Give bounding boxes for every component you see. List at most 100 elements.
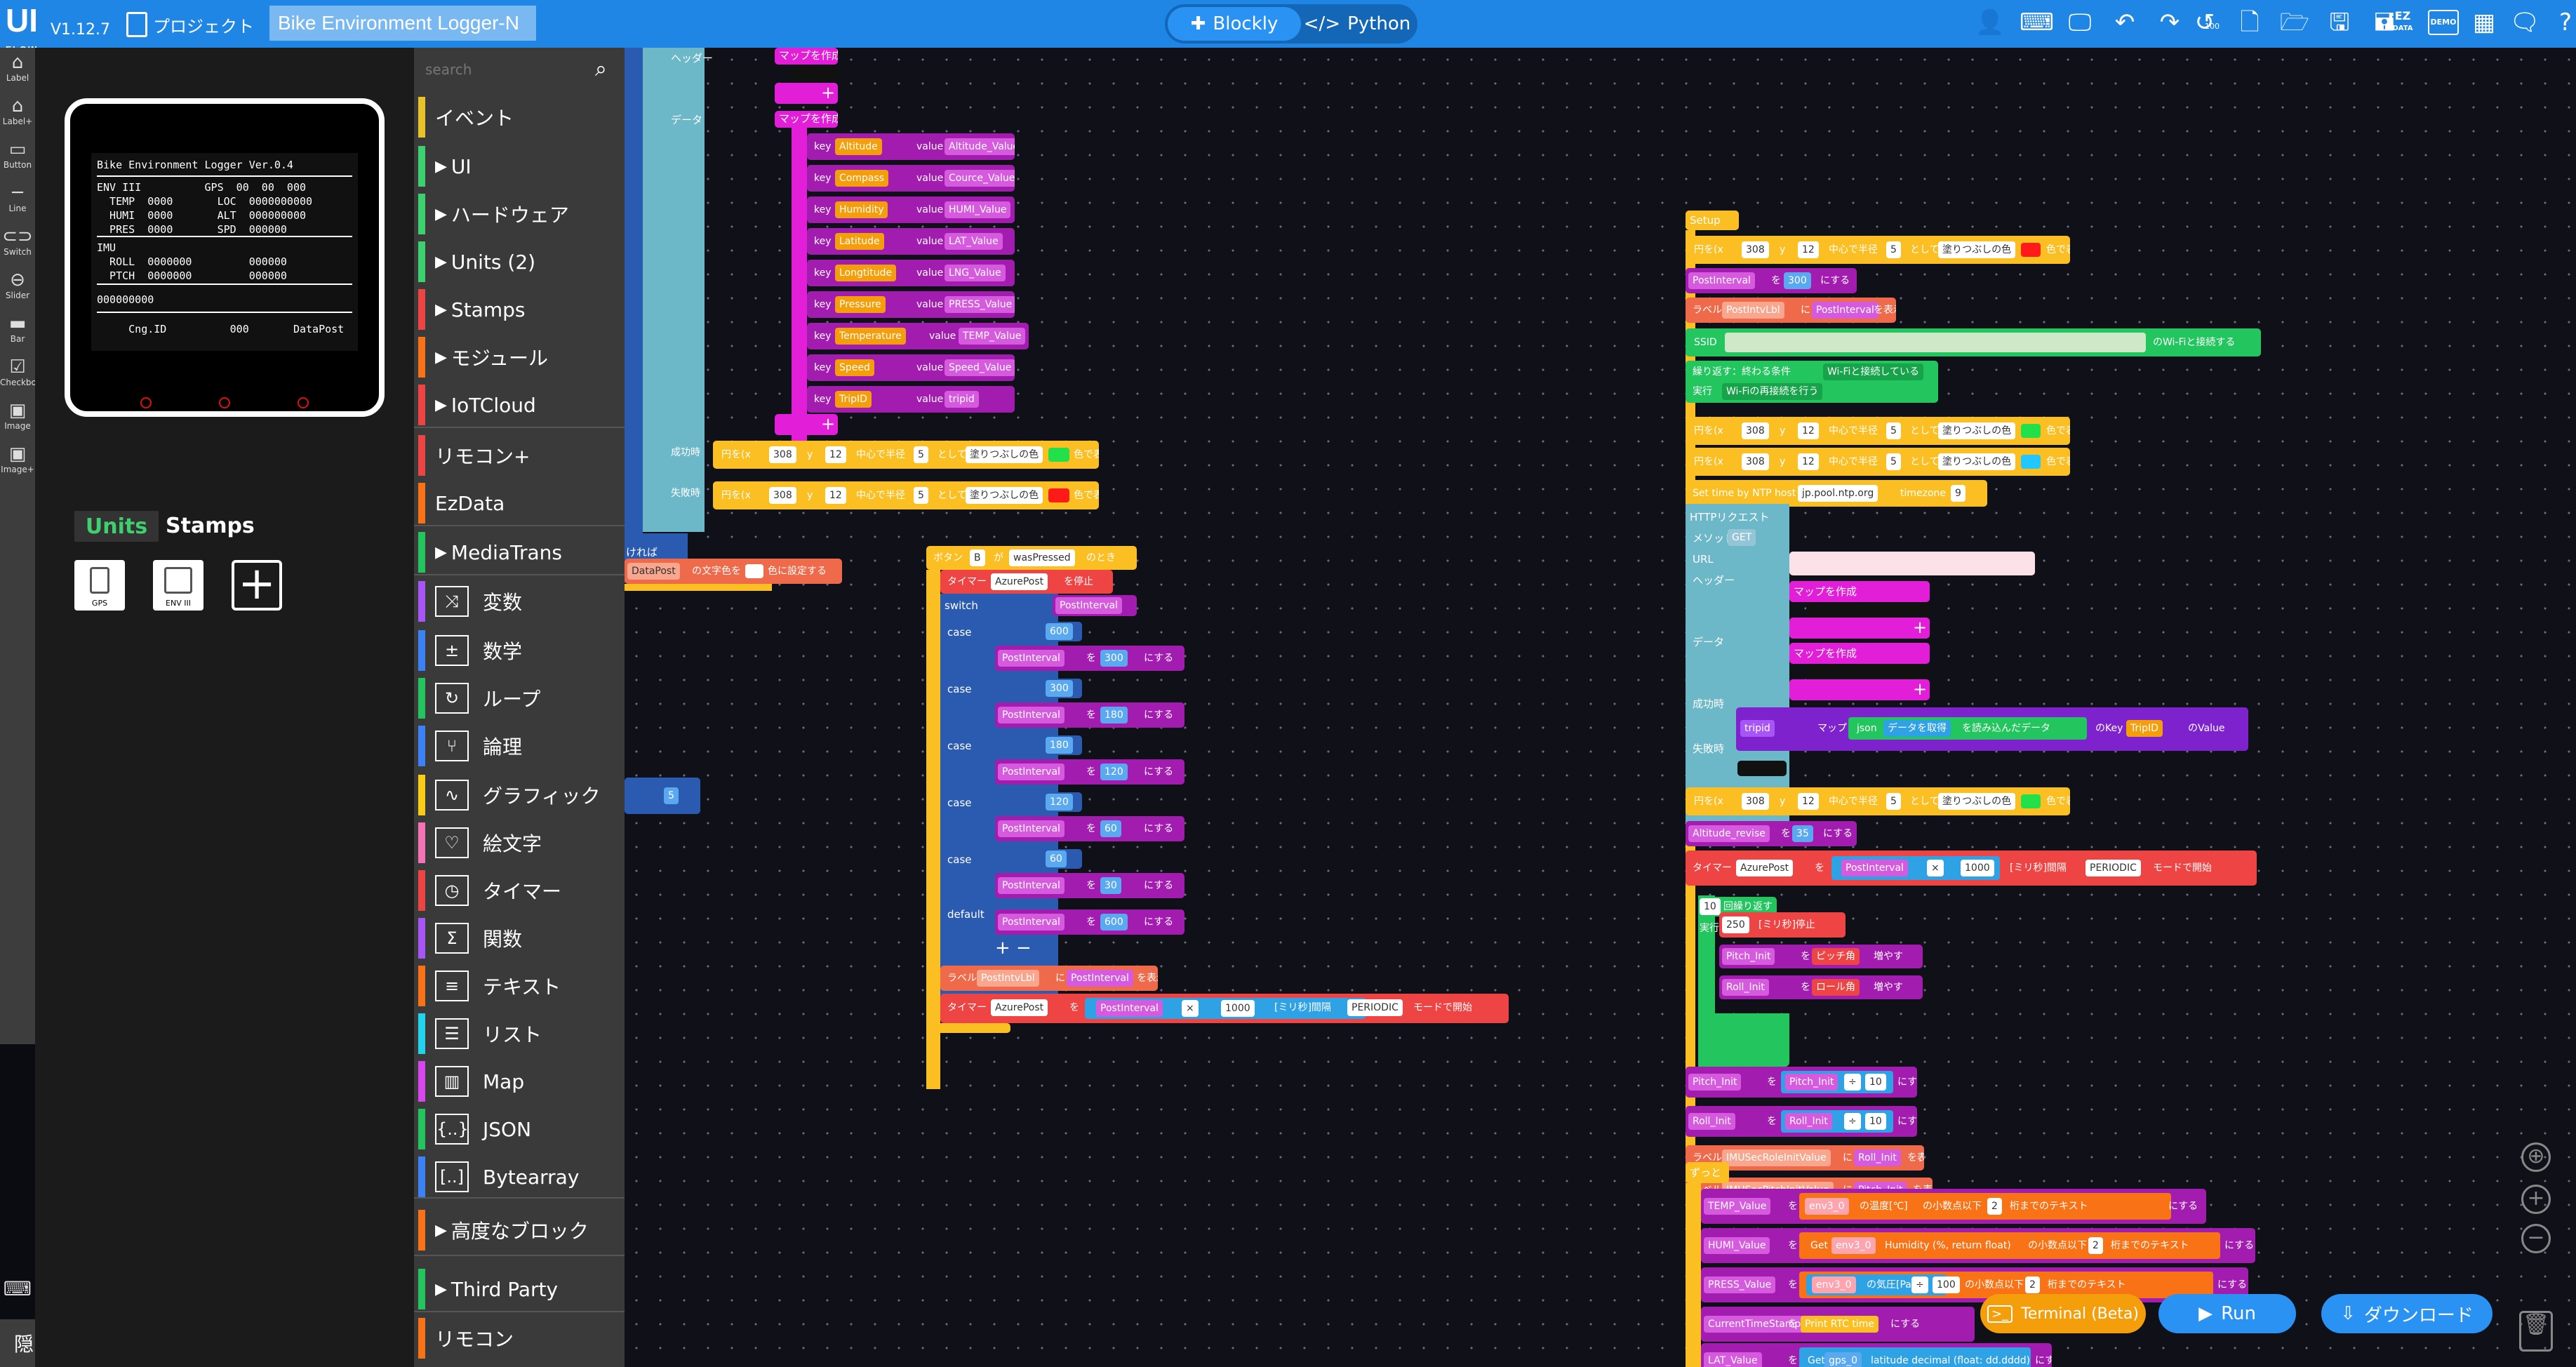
- tripid-set-block[interactable]: tripid マップ json データを取得 を読み込んだデータ のKey Tr…: [1736, 707, 2248, 751]
- ssid-value[interactable]: [1725, 333, 2146, 352]
- tool-image[interactable]: ▣ Image: [0, 396, 35, 439]
- category--[interactable]: ▶ ハードウェア: [418, 194, 615, 234]
- key-string[interactable]: Pressure: [835, 296, 886, 313]
- category-map[interactable]: ▥ Map: [418, 1061, 615, 1102]
- color-swatch[interactable]: [2021, 455, 2041, 469]
- case-set-block[interactable]: PostInterval を 300 にする: [995, 646, 1184, 671]
- url-value-slot[interactable]: [1789, 552, 2035, 575]
- fail-circle-block[interactable]: 円を(x 308 y 12 中心で半径 5 として 塗りつぶしの色 色で表示: [713, 481, 1099, 509]
- setup-header-map[interactable]: マップを作成: [1789, 581, 1930, 602]
- case-value-slot[interactable]: 300: [1043, 679, 1082, 698]
- category-iotcloud[interactable]: ▶ IoTCloud: [418, 385, 615, 425]
- category--[interactable]: ⤨ 変数: [418, 581, 615, 622]
- header-map-add[interactable]: +: [775, 83, 838, 104]
- wifi-connect-block[interactable]: SSID のWi-Fiと接続する: [1686, 328, 2261, 356]
- setup-interval-set[interactable]: PostInterval を 300 にする: [1686, 268, 1857, 293]
- case-set-block[interactable]: PostInterval を 120 にする: [995, 759, 1184, 785]
- tool-label[interactable]: ⌂ Label: [0, 48, 35, 91]
- category--[interactable]: ▶ モジュール: [418, 337, 615, 378]
- switch-var-slot[interactable]: PostInterval: [1053, 595, 1137, 616]
- forever-block[interactable]: ずっと: [1686, 1162, 1729, 1183]
- color-swatch[interactable]: [2021, 794, 2041, 808]
- set-value[interactable]: 180: [1100, 707, 1128, 723]
- download-button[interactable]: ⇩ ダウンロード: [2321, 1294, 2492, 1333]
- success-circle-block[interactable]: 円を(x 308 y 12 中心で半径 5 として 塗りつぶしの色 色で表示: [713, 441, 1099, 469]
- wifi-repeat-block[interactable]: 繰り返す：終わる条件 Wi-Fiと接続している 実行 Wi-Fiの再接続を行う: [1686, 361, 1938, 403]
- category--[interactable]: ↻ ループ: [418, 678, 615, 719]
- ezdata-icon[interactable]: EZ DATA: [2387, 7, 2418, 38]
- trash-icon[interactable]: 🗑: [2519, 1311, 2553, 1352]
- timer-start-block[interactable]: タイマー AzurePost を PostInterval × 1000 [ミリ…: [940, 994, 1509, 1023]
- category-search-input[interactable]: [424, 59, 578, 80]
- screen-button-a[interactable]: [140, 397, 152, 408]
- category-units-2-[interactable]: ▶ Units (2): [418, 241, 615, 282]
- map-key-value-row[interactable]: key Temperature value TEMP_Value: [807, 323, 1029, 349]
- header-make-map-block[interactable]: マップを作成: [775, 48, 838, 65]
- category--[interactable]: Σ 関数: [418, 918, 615, 959]
- device-icon[interactable]: 🖵: [2064, 7, 2095, 38]
- unit-chip-env-iii[interactable]: ENV III: [153, 560, 203, 611]
- value-var[interactable]: TEMP_Value: [959, 328, 1026, 345]
- tool-switch[interactable]: ⊂⊃ Switch: [0, 222, 35, 265]
- value-var[interactable]: Speed_Value: [945, 359, 1015, 376]
- map-key-value-row[interactable]: key Altitude value Altitude_Value: [807, 133, 1015, 160]
- roll-divide-block[interactable]: Roll_InitをRoll_Init÷10にする: [1686, 1106, 1917, 1137]
- category--[interactable]: イベント: [418, 97, 615, 138]
- set-value[interactable]: 60: [1100, 820, 1121, 837]
- value-var[interactable]: LAT_Value: [945, 233, 1003, 250]
- category--[interactable]: ◷ タイマー: [418, 870, 615, 911]
- set-var[interactable]: PostInterval: [998, 820, 1065, 837]
- pitch-increase-block[interactable]: Pitch_Init を ピッチ角 増やす: [1719, 945, 1923, 968]
- tab-units[interactable]: Units: [74, 511, 159, 542]
- case-value[interactable]: 180: [1046, 737, 1073, 754]
- case-set-block[interactable]: PostInterval を 180 にする: [995, 702, 1184, 728]
- new-file-icon[interactable]: 🗋: [2234, 7, 2265, 38]
- category--[interactable]: リモコン+: [418, 435, 615, 476]
- zoom-out-icon[interactable]: −: [2521, 1224, 2551, 1253]
- category--[interactable]: ♡ 絵文字: [418, 822, 615, 863]
- project-menu[interactable]: プロジェクト: [126, 10, 254, 39]
- datapost-color-block[interactable]: DataPost の文字色を 色に設定する: [625, 559, 842, 584]
- case-value-slot[interactable]: 180: [1043, 735, 1082, 755]
- tool-line[interactable]: ─ Line: [0, 178, 35, 222]
- default-set-block[interactable]: PostInterval を 600 にする: [995, 909, 1184, 935]
- category-third-party[interactable]: ▶ Third Party: [418, 1269, 615, 1309]
- keyboard-toggle-icon[interactable]: ⌨: [0, 1277, 35, 1311]
- roll-increase-block[interactable]: Roll_Init を ロール角 増やす: [1719, 975, 1923, 999]
- key-string[interactable]: Longtitude: [835, 265, 897, 281]
- key-string[interactable]: TripID: [835, 391, 872, 408]
- map-key-value-row[interactable]: key Longtitude value LNG_Value: [807, 260, 1015, 286]
- category-mediatrans[interactable]: ▶ MediaTrans: [418, 532, 615, 573]
- user-icon[interactable]: 👤: [1975, 7, 2006, 38]
- map-key-value-row[interactable]: key TripID value tripid: [807, 386, 1015, 413]
- unit-chip-gps[interactable]: GPS: [74, 560, 125, 611]
- case-set-block[interactable]: PostInterval を 30 にする: [995, 873, 1184, 898]
- category-stamps[interactable]: ▶ Stamps: [418, 289, 615, 330]
- value-var[interactable]: HUMI_Value: [945, 201, 1011, 218]
- save-icon[interactable]: 🖫: [2324, 7, 2355, 38]
- case-value[interactable]: 600: [1046, 623, 1073, 640]
- case-value[interactable]: 120: [1046, 794, 1073, 811]
- key-string[interactable]: Altitude: [835, 138, 882, 155]
- http-block-spine[interactable]: [625, 48, 643, 553]
- undo-icon[interactable]: ↶: [2109, 7, 2140, 38]
- blockly-mode-button[interactable]: ✚ Blockly: [1168, 7, 1301, 41]
- set-var[interactable]: PostInterval: [998, 877, 1065, 894]
- set-value[interactable]: 300: [1100, 650, 1128, 667]
- tool-image-plus[interactable]: ▣ Image+: [0, 439, 35, 483]
- tab-stamps[interactable]: Stamps: [166, 511, 255, 542]
- setup-circle-cyan-block[interactable]: 円を(x308y12中心で半径5として塗りつぶしの色色で表示: [1686, 448, 2070, 476]
- setup-data-map[interactable]: マップを作成: [1789, 643, 1930, 664]
- screen-button-b[interactable]: [219, 397, 230, 408]
- value-var[interactable]: tripid: [945, 391, 979, 408]
- color-swatch[interactable]: [2021, 424, 2041, 438]
- setup-timer-start[interactable]: タイマー AzurePost を PostInterval × 1000 [ミリ秒]間隔 PE…: [1686, 851, 2257, 886]
- switch-add-remove[interactable]: + −: [995, 938, 1032, 959]
- key-string[interactable]: Temperature: [835, 328, 906, 345]
- case-value-slot[interactable]: 600: [1043, 622, 1082, 641]
- add-unit-button[interactable]: +: [232, 560, 282, 611]
- category--[interactable]: ≡ テキスト: [418, 966, 615, 1006]
- map-key-value-row[interactable]: key Pressure value PRESS_Value: [807, 291, 1015, 318]
- setup-http-block[interactable]: HTTPリクエスト メソッド GET URL ヘッダー データ 成功時 失敗時: [1686, 504, 1789, 834]
- key-string[interactable]: Humidity: [835, 201, 888, 218]
